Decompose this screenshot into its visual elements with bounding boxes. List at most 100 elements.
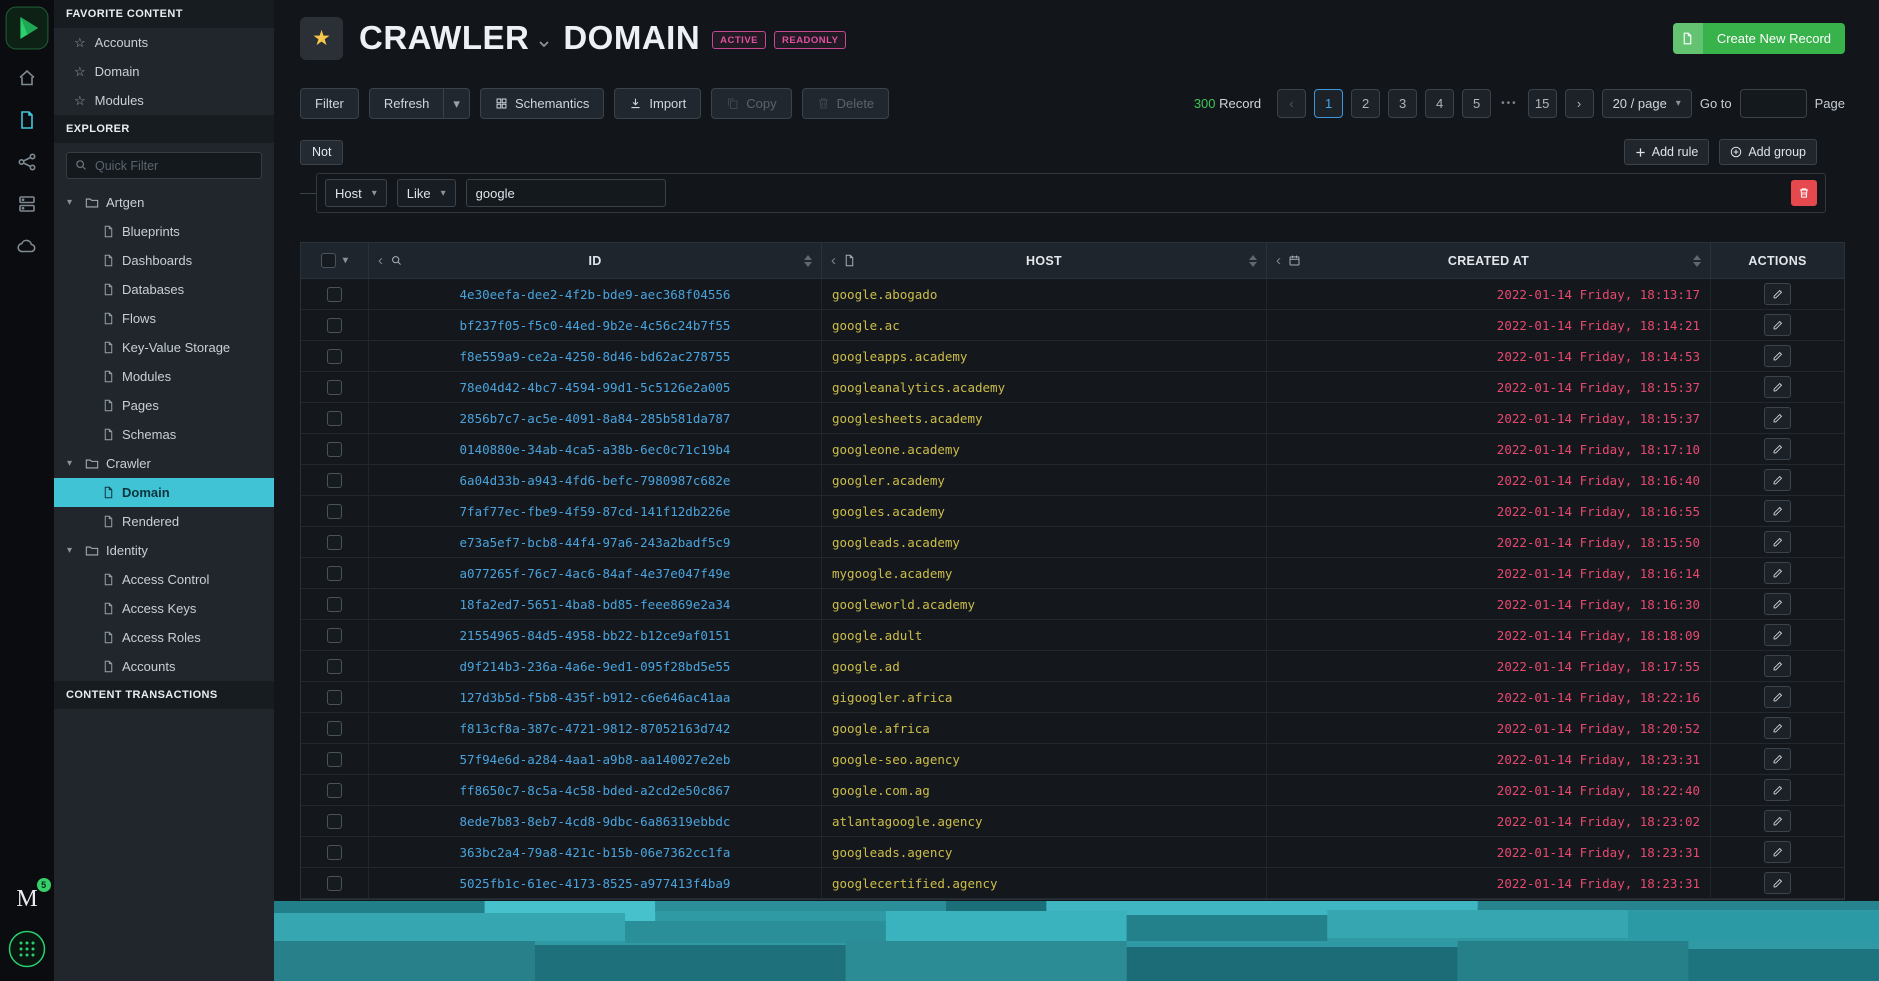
tree-item-access-control[interactable]: Access Control: [54, 565, 274, 594]
add-group-button[interactable]: Add group: [1719, 139, 1817, 165]
sort-control[interactable]: [804, 255, 812, 267]
favorite-item-accounts[interactable]: ☆ Accounts: [54, 28, 274, 57]
column-header-host[interactable]: ‹ HOST: [822, 243, 1267, 278]
row-checkbox[interactable]: [327, 535, 342, 550]
row-checkbox[interactable]: [327, 473, 342, 488]
tree-item-key-value-storage[interactable]: Key-Value Storage: [54, 333, 274, 362]
tree-item-schemas[interactable]: Schemas: [54, 420, 274, 449]
row-checkbox[interactable]: [327, 628, 342, 643]
add-rule-button[interactable]: Add rule: [1624, 139, 1710, 165]
edit-record-button[interactable]: [1764, 438, 1791, 460]
row-checkbox[interactable]: [327, 287, 342, 302]
search-icon[interactable]: [390, 254, 403, 267]
sort-control[interactable]: [1249, 255, 1257, 267]
tree-item-flows[interactable]: Flows: [54, 304, 274, 333]
cloud-icon[interactable]: [17, 236, 37, 256]
edit-record-button[interactable]: [1764, 779, 1791, 801]
edit-record-button[interactable]: [1764, 345, 1791, 367]
home-icon[interactable]: [17, 68, 37, 88]
tree-folder-artgen[interactable]: ▾ Artgen: [54, 188, 274, 217]
section-content-transactions[interactable]: CONTENT TRANSACTIONS: [54, 681, 274, 709]
caret-down-icon[interactable]: ▾: [67, 197, 78, 208]
schemantics-button[interactable]: Schemantics: [480, 88, 604, 119]
favorite-star-button[interactable]: ★: [300, 17, 343, 60]
row-checkbox[interactable]: [327, 411, 342, 426]
edit-record-button[interactable]: [1764, 531, 1791, 553]
tree-item-access-keys[interactable]: Access Keys: [54, 594, 274, 623]
row-checkbox[interactable]: [327, 566, 342, 581]
edit-record-button[interactable]: [1764, 624, 1791, 646]
column-header-created-at[interactable]: ‹ CREATED AT: [1267, 243, 1711, 278]
user-avatar[interactable]: M 5: [16, 886, 37, 913]
copy-button[interactable]: Copy: [711, 88, 791, 119]
tree-item-databases[interactable]: Databases: [54, 275, 274, 304]
edit-record-button[interactable]: [1764, 872, 1791, 894]
tree-folder-identity[interactable]: ▾ Identity: [54, 536, 274, 565]
tree-item-access-roles[interactable]: Access Roles: [54, 623, 274, 652]
favorite-item-modules[interactable]: ☆ Modules: [54, 86, 274, 115]
row-checkbox[interactable]: [327, 690, 342, 705]
section-explorer[interactable]: EXPLORER: [54, 115, 274, 143]
column-header-id[interactable]: ‹ ID: [369, 243, 822, 278]
row-checkbox[interactable]: [327, 721, 342, 736]
quick-filter-input[interactable]: [66, 152, 262, 179]
caret-down-icon[interactable]: ▾: [67, 545, 78, 556]
rule-operator-select[interactable]: Like ▾: [397, 179, 456, 207]
tree-folder-crawler[interactable]: ▾ Crawler: [54, 449, 274, 478]
edit-record-button[interactable]: [1764, 407, 1791, 429]
row-checkbox[interactable]: [327, 349, 342, 364]
row-checkbox[interactable]: [327, 659, 342, 674]
page-button-1[interactable]: 1: [1314, 89, 1343, 118]
file-icon[interactable]: [17, 110, 37, 130]
section-favorite-content[interactable]: FAVORITE CONTENT: [54, 0, 274, 28]
favorite-item-domain[interactable]: ☆ Domain: [54, 57, 274, 86]
knot-logo-icon[interactable]: [7, 929, 47, 969]
share-nodes-icon[interactable]: [17, 152, 37, 172]
chevron-left-icon[interactable]: ‹: [831, 253, 836, 268]
rule-field-select[interactable]: Host ▾: [325, 179, 387, 207]
edit-record-button[interactable]: [1764, 686, 1791, 708]
row-checkbox[interactable]: [327, 318, 342, 333]
jump-forward-ellipsis[interactable]: •••: [1501, 98, 1518, 109]
edit-record-button[interactable]: [1764, 314, 1791, 336]
tree-item-accounts[interactable]: Accounts: [54, 652, 274, 681]
edit-record-button[interactable]: [1764, 717, 1791, 739]
not-toggle-button[interactable]: Not: [300, 140, 343, 165]
title-dropdown-chevron-icon[interactable]: [537, 37, 551, 51]
prev-page-button[interactable]: ‹: [1277, 89, 1306, 118]
page-button-2[interactable]: 2: [1351, 89, 1380, 118]
edit-record-button[interactable]: [1764, 841, 1791, 863]
page-size-select[interactable]: 20 / page ▾: [1602, 89, 1692, 118]
refresh-dropdown-caret[interactable]: ▾: [444, 88, 470, 119]
chevron-left-icon[interactable]: ‹: [1276, 253, 1281, 268]
tree-item-pages[interactable]: Pages: [54, 391, 274, 420]
next-page-button[interactable]: ›: [1565, 89, 1594, 118]
tree-item-rendered[interactable]: Rendered: [54, 507, 274, 536]
row-checkbox[interactable]: [327, 597, 342, 612]
row-checkbox[interactable]: [327, 380, 342, 395]
delete-rule-button[interactable]: [1791, 180, 1817, 206]
edit-record-button[interactable]: [1764, 593, 1791, 615]
row-checkbox[interactable]: [327, 783, 342, 798]
app-logo[interactable]: [5, 6, 49, 50]
page-button-5[interactable]: 5: [1462, 89, 1491, 118]
row-checkbox[interactable]: [327, 814, 342, 829]
sort-control[interactable]: [1693, 255, 1701, 267]
select-all-checkbox[interactable]: [321, 253, 336, 268]
delete-button[interactable]: Delete: [802, 88, 890, 119]
edit-record-button[interactable]: [1764, 376, 1791, 398]
edit-record-button[interactable]: [1764, 810, 1791, 832]
chevron-left-icon[interactable]: ‹: [378, 253, 383, 268]
row-checkbox[interactable]: [327, 504, 342, 519]
row-checkbox[interactable]: [327, 845, 342, 860]
refresh-button[interactable]: Refresh: [369, 88, 445, 119]
tree-item-blueprints[interactable]: Blueprints: [54, 217, 274, 246]
row-checkbox[interactable]: [327, 752, 342, 767]
edit-record-button[interactable]: [1764, 283, 1791, 305]
page-button-4[interactable]: 4: [1425, 89, 1454, 118]
select-dropdown-caret-icon[interactable]: ▾: [343, 255, 348, 266]
goto-page-input[interactable]: [1740, 89, 1807, 118]
server-icon[interactable]: [17, 194, 37, 214]
rule-value-input[interactable]: [466, 179, 666, 207]
page-button-15[interactable]: 15: [1528, 89, 1557, 118]
